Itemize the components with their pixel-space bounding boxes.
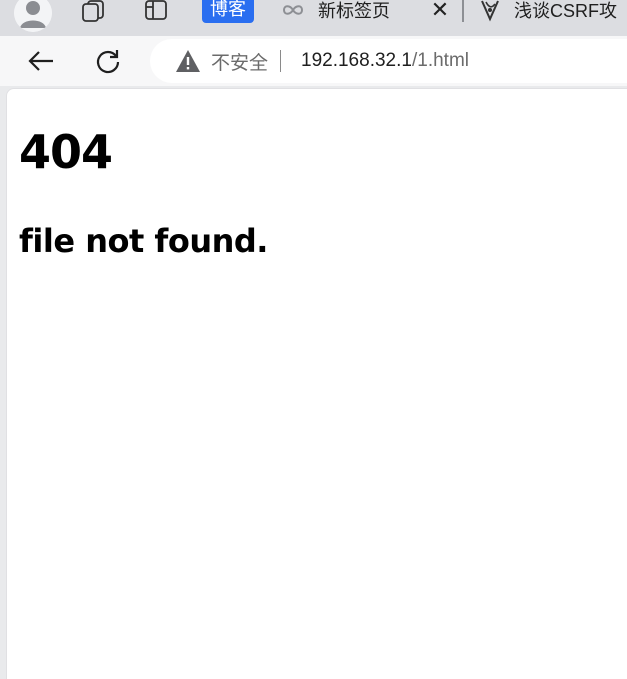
warning-triangle-icon[interactable] bbox=[175, 49, 201, 73]
error-code-heading: 404 bbox=[19, 125, 113, 179]
site-favicon-icon bbox=[481, 0, 499, 22]
address-separator bbox=[280, 50, 282, 72]
tab-title: 浅谈CSRF攻 bbox=[514, 1, 617, 21]
address-bar[interactable]: 不安全 192.168.32.1/1.html bbox=[150, 39, 627, 83]
security-status-label[interactable]: 不安全 bbox=[211, 48, 268, 75]
error-message: file not found. bbox=[19, 222, 268, 260]
workspaces-icon bbox=[82, 0, 104, 22]
tab-strip: 博客 新标签页 ✕ 浅谈CSRF攻 bbox=[0, 0, 627, 36]
reload-button[interactable] bbox=[90, 46, 126, 76]
blog-favorite-badge[interactable]: 博客 bbox=[202, 0, 254, 23]
tab-actions-icon bbox=[145, 0, 167, 20]
page-content: 404 file not found. bbox=[6, 88, 627, 679]
tab-new-tab[interactable]: 新标签页 bbox=[278, 0, 390, 22]
profile-avatar[interactable] bbox=[14, 0, 52, 32]
tab-csrf-article[interactable]: 浅谈CSRF攻 bbox=[478, 0, 617, 22]
infinity-icon bbox=[278, 3, 308, 17]
close-icon: ✕ bbox=[430, 0, 450, 22]
tab-actions-button[interactable] bbox=[144, 0, 168, 20]
avatar-icon bbox=[14, 0, 52, 32]
url-path[interactable]: /1.html bbox=[412, 50, 469, 72]
tab-title: 新标签页 bbox=[318, 1, 390, 21]
back-arrow-icon bbox=[28, 51, 53, 71]
workspaces-button[interactable] bbox=[80, 0, 106, 22]
url-host[interactable]: 192.168.32.1 bbox=[301, 50, 412, 72]
tab-divider bbox=[462, 0, 464, 22]
close-tab-button[interactable]: ✕ bbox=[426, 0, 454, 22]
navigation-toolbar: 不安全 192.168.32.1/1.html bbox=[0, 36, 627, 86]
reload-icon bbox=[96, 50, 120, 74]
back-button[interactable] bbox=[24, 46, 58, 76]
